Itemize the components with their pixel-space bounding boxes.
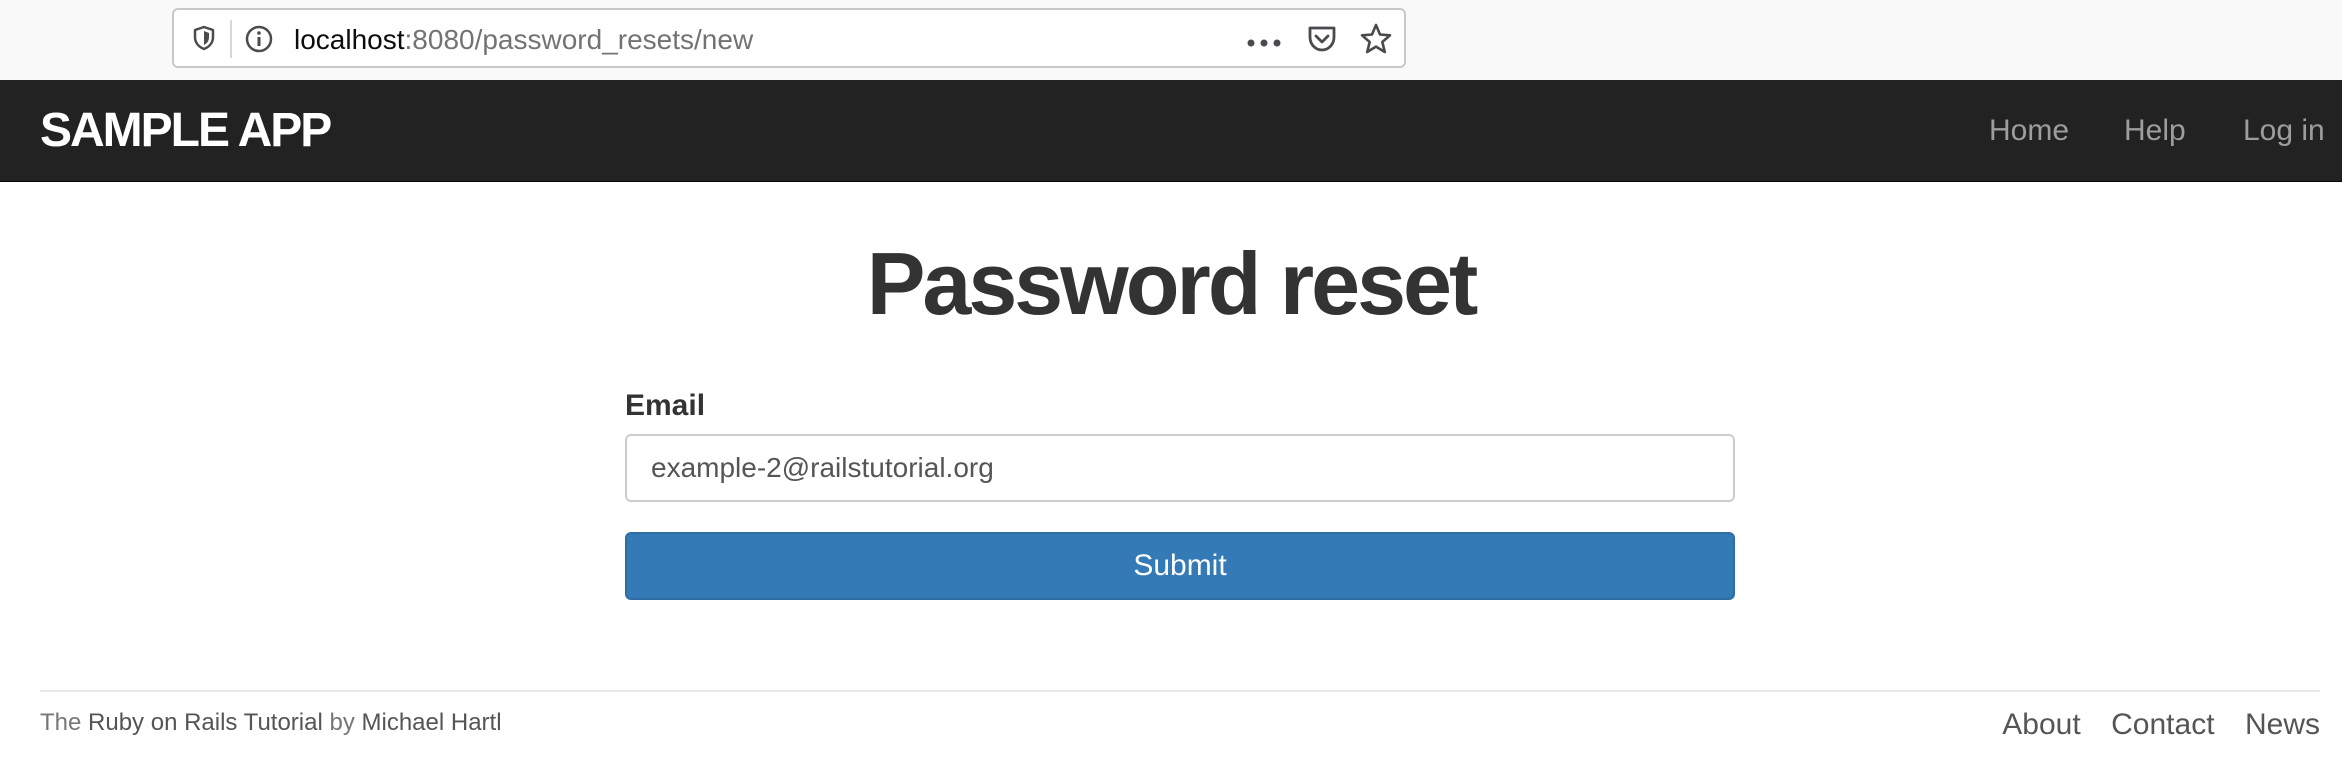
app-header: sample app Home Help Log in — [0, 80, 2342, 182]
url-text[interactable]: localhost:8080/password_resets/new — [294, 24, 753, 56]
footer-news-link[interactable]: News — [2245, 708, 2320, 742]
nav-home-link[interactable]: Home — [1989, 114, 2069, 148]
info-icon[interactable] — [244, 24, 274, 54]
footer-middle: by — [322, 709, 362, 736]
url-divider — [230, 20, 232, 58]
footer-credit: The Ruby on Rails Tutorial by Michael Ha… — [40, 708, 502, 738]
footer: The Ruby on Rails Tutorial by Michael Ha… — [40, 690, 2320, 741]
footer-contact-link[interactable]: Contact — [2111, 708, 2214, 742]
url-host: localhost — [294, 24, 405, 55]
footer-about-link[interactable]: About — [2002, 708, 2080, 742]
email-field[interactable] — [625, 434, 1735, 502]
footer-prefix: The — [40, 709, 89, 736]
author-link[interactable]: Michael Hartl — [362, 709, 502, 736]
browser-toolbar: localhost:8080/password_resets/new — [0, 0, 2342, 80]
password-reset-form: Email Submit — [625, 388, 1735, 600]
logo[interactable]: sample app — [40, 106, 332, 156]
submit-button[interactable]: Submit — [625, 532, 1735, 600]
nav-login-link[interactable]: Log in — [2243, 114, 2325, 148]
shield-icon[interactable] — [190, 24, 218, 52]
pocket-icon[interactable] — [1306, 24, 1338, 54]
nav-help-link[interactable]: Help — [2124, 114, 2186, 148]
email-label: Email — [625, 389, 706, 422]
url-path: :8080/password_resets/new — [404, 24, 754, 55]
tutorial-link[interactable]: Ruby on Rails Tutorial — [88, 709, 323, 736]
more-icon[interactable] — [1246, 35, 1282, 47]
star-icon[interactable] — [1359, 22, 1393, 56]
page-title: Password reset — [866, 234, 1479, 333]
footer-nav: About Contact News — [1976, 708, 2320, 742]
address-bar[interactable]: localhost:8080/password_resets/new — [172, 8, 1406, 68]
